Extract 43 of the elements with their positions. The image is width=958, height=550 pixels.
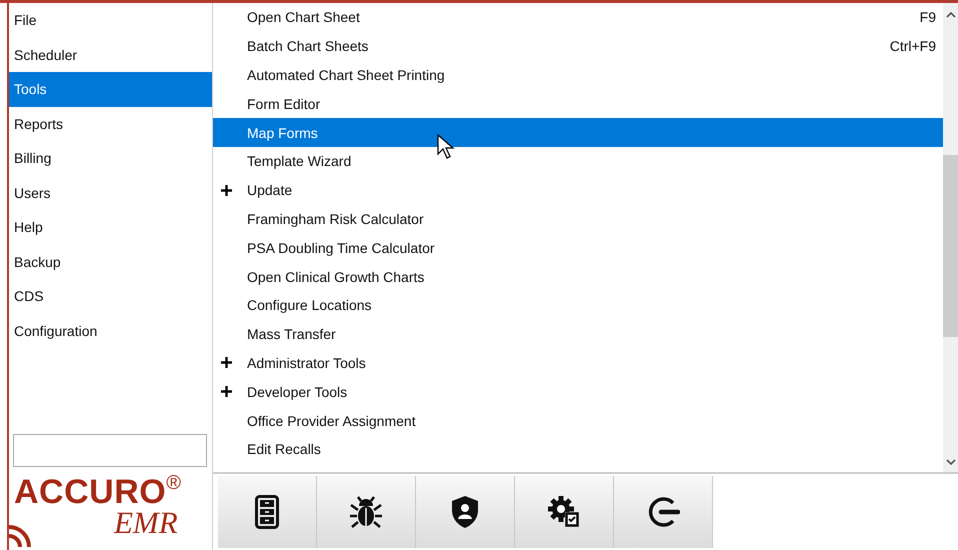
toolbar-button[interactable] [515, 476, 614, 548]
menu-item[interactable]: Update [213, 176, 943, 205]
menu-item[interactable]: Template Wizard [213, 146, 943, 176]
toolbar-button[interactable] [218, 476, 317, 548]
scroll-down-icon[interactable] [946, 459, 956, 466]
menu-item[interactable]: Open Chart Sheet F9 [213, 3, 943, 32]
toolbar-button[interactable] [317, 476, 416, 548]
menu-item[interactable]: Open Clinical Growth Charts [213, 262, 943, 291]
logo-mark-icon [9, 525, 31, 547]
sidebar-item[interactable]: Scheduler [9, 38, 212, 72]
power-icon [646, 495, 680, 530]
scroll-up-icon[interactable] [946, 11, 956, 18]
sidebar-item[interactable]: CDS [9, 279, 212, 314]
gear-checklist-icon [547, 495, 581, 530]
toolbar-button[interactable] [614, 476, 713, 548]
scrollbar-thumb[interactable] [943, 155, 958, 337]
menu-item[interactable]: Mass Transfer [213, 320, 943, 349]
sidebar-item[interactable]: Reports [9, 106, 212, 141]
menu-item[interactable]: Configure Locations [213, 290, 943, 320]
menu-item[interactable]: Office Provider Assignment [213, 406, 943, 435]
menu-item[interactable]: PSA Doubling Time Calculator [213, 233, 943, 262]
shield-user-icon [451, 495, 479, 530]
toolbar-button[interactable] [416, 476, 515, 548]
sidebar-item[interactable]: Help [9, 210, 212, 244]
sidebar-item[interactable]: Users [9, 176, 212, 210]
menu-item[interactable]: Edit Recalls [213, 434, 943, 464]
sidebar-item[interactable]: Billing [9, 141, 212, 176]
menu-item[interactable]: Developer Tools [213, 377, 943, 406]
sidebar-item[interactable]: Backup [9, 244, 212, 279]
sidebar-item[interactable]: Tools [9, 72, 212, 106]
cabinet-icon [255, 495, 279, 530]
scrollbar[interactable] [943, 3, 958, 472]
menu-item[interactable]: Batch Chart Sheets Ctrl+F9 [213, 32, 943, 61]
menu-item[interactable]: Map Forms [213, 118, 943, 147]
menu-item[interactable]: Automated Chart Sheet Printing [213, 60, 943, 90]
menu-item[interactable]: Form Editor [213, 89, 943, 118]
search-field[interactable] [13, 434, 207, 467]
mouse-pointer-icon [437, 134, 455, 160]
bug-icon [348, 496, 384, 528]
sidebar-item[interactable]: Configuration [9, 314, 212, 348]
menu-item[interactable]: Framingham Risk Calculator [213, 204, 943, 234]
sidebar-item[interactable]: File [9, 3, 212, 38]
menu-item[interactable]: Administrator Tools [213, 348, 943, 378]
